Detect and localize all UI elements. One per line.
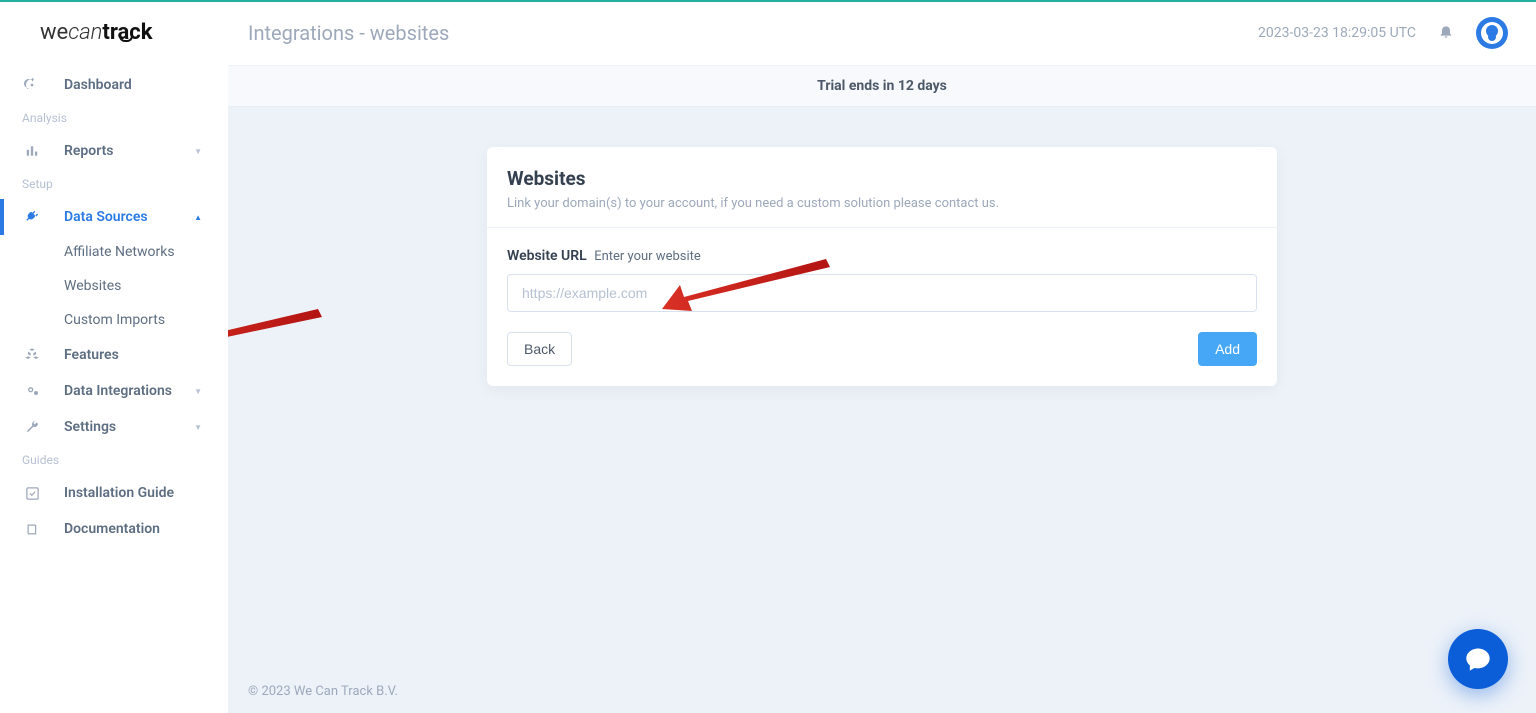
annotation-arrow-to-websites: [228, 303, 322, 363]
sidebar-item-documentation[interactable]: Documentation: [0, 511, 228, 547]
chevron-down-icon: [194, 422, 206, 433]
cubes-icon: [22, 347, 42, 363]
sidebar-item-installation-guide[interactable]: Installation Guide: [0, 475, 228, 511]
check-square-icon: [22, 486, 42, 501]
sidebar-section-analysis: Analysis: [0, 103, 228, 133]
footer-copyright: © 2023 We Can Track B.V.: [248, 684, 398, 699]
logo-part-can: can: [68, 20, 102, 45]
chevron-down-icon: [194, 386, 206, 397]
topbar-right: 2023-03-23 18:29:05 UTC: [1258, 17, 1508, 49]
sidebar-label-settings: Settings: [64, 419, 116, 435]
bar-chart-icon: [22, 144, 42, 158]
sidebar-label-documentation: Documentation: [64, 521, 160, 537]
card-body: Website URL Enter your website Back Add: [487, 228, 1277, 386]
sidebar-label-reports: Reports: [64, 143, 114, 159]
logo[interactable]: wecantrack: [0, 14, 228, 67]
bell-icon: [1438, 23, 1454, 39]
plug-icon: [22, 209, 42, 225]
sidebar-sub-custom-imports[interactable]: Custom Imports: [0, 303, 228, 337]
sidebar-label-installation-guide: Installation Guide: [64, 485, 174, 501]
sidebar-section-setup: Setup: [0, 169, 228, 199]
chevron-up-icon: [194, 212, 206, 223]
user-avatar-icon: [1481, 22, 1503, 44]
page-title: Integrations - websites: [248, 21, 449, 45]
sidebar-label-data-integrations: Data Integrations: [64, 383, 172, 399]
user-avatar-button[interactable]: [1476, 17, 1508, 49]
website-url-label: Website URL Enter your website: [507, 248, 1257, 264]
gauge-icon: [22, 77, 42, 93]
chat-icon: [1464, 645, 1492, 673]
sidebar-section-guides: Guides: [0, 445, 228, 475]
trial-banner: Trial ends in 12 days: [228, 66, 1536, 107]
sidebar-label-data-sources: Data Sources: [64, 209, 148, 225]
websites-card: Websites Link your domain(s) to your acc…: [487, 147, 1277, 386]
timestamp: 2023-03-23 18:29:05 UTC: [1258, 25, 1416, 41]
sidebar-sub-affiliate-networks[interactable]: Affiliate Networks: [0, 235, 228, 269]
logo-part-we: we: [40, 20, 68, 45]
chat-widget-button[interactable]: [1448, 629, 1508, 689]
form-label-hint: Enter your website: [594, 249, 701, 264]
content: Websites Link your domain(s) to your acc…: [228, 107, 1536, 713]
sidebar-label-features: Features: [64, 347, 119, 363]
sidebar-item-reports[interactable]: Reports: [0, 133, 228, 169]
notifications-button[interactable]: [1438, 23, 1454, 43]
sidebar-item-features[interactable]: Features: [0, 337, 228, 373]
sidebar-item-data-sources[interactable]: Data Sources: [0, 199, 228, 235]
book-icon: [22, 522, 42, 537]
card-title: Websites: [507, 167, 1257, 190]
card-header: Websites Link your domain(s) to your acc…: [487, 147, 1277, 228]
sidebar-item-settings[interactable]: Settings: [0, 409, 228, 445]
website-url-input[interactable]: [507, 274, 1257, 312]
topbar: Integrations - websites 2023-03-23 18:29…: [228, 0, 1536, 66]
sidebar-item-data-integrations[interactable]: Data Integrations: [0, 373, 228, 409]
form-label-text: Website URL: [507, 248, 587, 264]
wrench-icon: [22, 419, 42, 435]
gears-icon: [22, 383, 42, 399]
sidebar-item-dashboard[interactable]: Dashboard: [0, 67, 228, 103]
sidebar: wecantrack Dashboard Analysis Reports Se…: [0, 0, 228, 713]
card-actions: Back Add: [507, 332, 1257, 366]
add-button[interactable]: Add: [1198, 332, 1257, 366]
chevron-down-icon: [194, 146, 206, 157]
top-accent-bar: [0, 0, 1536, 2]
sidebar-label-dashboard: Dashboard: [64, 77, 132, 93]
sidebar-sub-websites[interactable]: Websites: [0, 269, 228, 303]
back-button[interactable]: Back: [507, 332, 572, 366]
main-area: Integrations - websites 2023-03-23 18:29…: [228, 0, 1536, 713]
card-subtitle: Link your domain(s) to your account, if …: [507, 196, 1257, 211]
